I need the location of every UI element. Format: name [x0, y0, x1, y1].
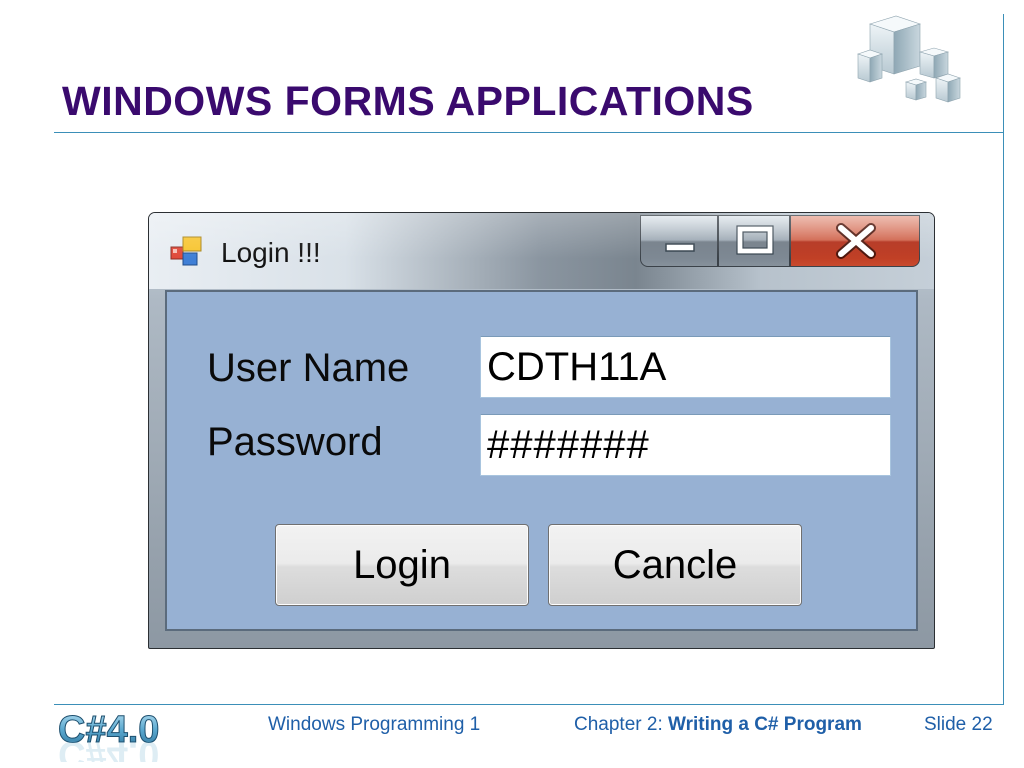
username-input[interactable]: CDTH11A — [480, 336, 891, 398]
window-title: Login !!! — [221, 237, 321, 268]
csharp-logo: C#4.0 C#4.0 — [58, 709, 160, 763]
footer-chapter-title: Writing a C# Program — [668, 714, 862, 735]
maximize-button[interactable] — [718, 215, 790, 267]
minimize-icon — [665, 243, 695, 252]
winforms-app-icon — [170, 236, 202, 266]
maximize-icon — [736, 225, 774, 255]
footer-course: Windows Programming 1 — [268, 714, 481, 735]
footer-slide-number: Slide 22 — [924, 714, 993, 735]
close-icon — [836, 223, 876, 259]
slide-title: WINDOWS FORMS APPLICATIONS — [62, 78, 754, 124]
password-input[interactable]: ####### — [480, 414, 891, 476]
login-button[interactable]: Login — [275, 524, 529, 606]
minimize-button[interactable] — [640, 215, 718, 267]
title-divider — [54, 132, 1004, 133]
close-button[interactable] — [790, 215, 920, 267]
form-client-area: User Name CDTH11A Password ####### Login… — [165, 290, 918, 631]
cubes-logo-icon — [857, 15, 961, 103]
window-titlebar[interactable]: Login !!! — [149, 213, 934, 289]
right-divider — [1003, 14, 1004, 704]
svg-text:C#4.0: C#4.0 — [58, 733, 159, 762]
password-label: Password — [207, 420, 383, 464]
cancel-button[interactable]: Cancle — [548, 524, 802, 606]
footer-divider — [54, 704, 1004, 705]
footer-chapter-prefix: Chapter 2: — [574, 714, 668, 735]
username-label: User Name — [207, 346, 410, 390]
footer-chapter: Chapter 2: Writing a C# Program — [574, 714, 862, 736]
login-window: Login !!! User Name CDTH11A Password ###… — [148, 212, 935, 649]
